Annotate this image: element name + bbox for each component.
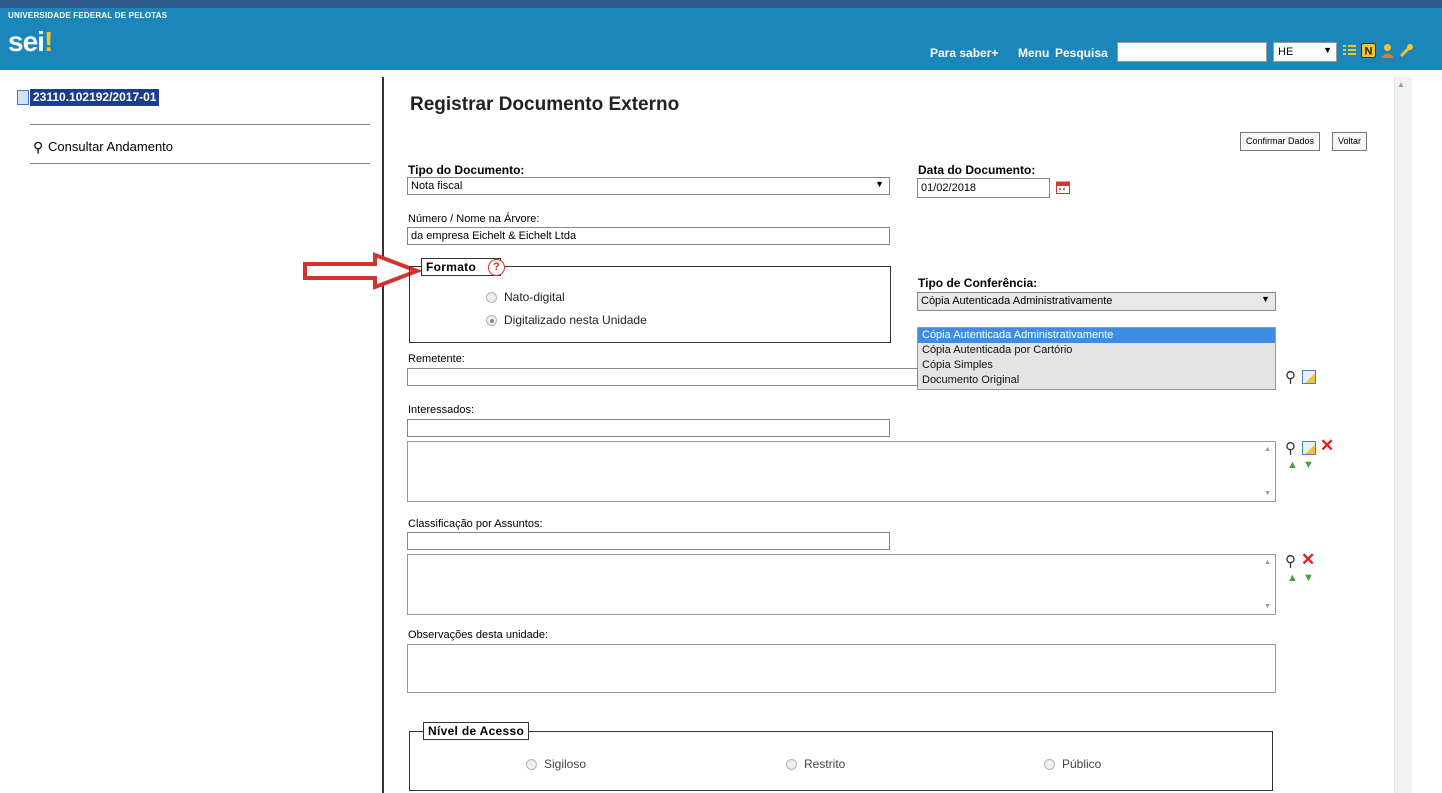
scroll-up-icon: ▲ [1264,446,1271,453]
user-icon[interactable] [1380,43,1395,58]
calendar-icon[interactable] [1056,180,1070,194]
scroll-up-icon: ▲ [1264,559,1271,566]
sei-logo[interactable]: sei! [8,26,53,58]
process-doc-icon [17,90,29,105]
tipo-conferencia-label: Tipo de Conferência: [918,276,1038,290]
nivel-acesso-legend: Nível de Acesso [423,722,530,740]
move-up-icon[interactable]: ▲ [1287,459,1298,471]
dropdown-option[interactable]: Cópia Autenticada por Cartório [918,343,1275,358]
pesquisa-link[interactable]: Pesquisa [1055,46,1108,60]
tipo-conferencia-dropdown-list: Cópia Autenticada Administrativamente Có… [917,327,1276,390]
interessados-label: Interessados: [408,404,475,416]
institution-name: UNIVERSIDADE FEDERAL DE PELOTAS [8,11,168,20]
classificacao-label: Classificação por Assuntos: [408,518,543,530]
data-documento-label: Data do Documento: [918,163,1036,177]
search-icon[interactable]: ⚲ [1285,552,1296,570]
consultar-andamento-link[interactable]: Consultar Andamento [48,139,173,154]
remetente-field[interactable] [407,368,918,386]
unit-select[interactable]: HE ▼ [1273,42,1337,62]
notes-icon[interactable]: N [1361,43,1376,58]
interessados-input[interactable] [407,419,890,437]
observacoes-label: Observações desta unidade: [408,629,549,641]
chevron-down-icon: ▼ [875,179,884,189]
tipo-documento-label: Tipo do Documento: [408,163,525,177]
remove-icon[interactable]: ✕ [1301,550,1315,570]
page-scrollbar[interactable] [1394,77,1412,793]
dropdown-option[interactable]: Documento Original [918,373,1275,388]
tipo-conferencia-value: Cópia Autenticada Administrativamente [921,295,1113,307]
numero-label: Número / Nome na Árvore: [408,213,540,225]
sidebar-divider [30,124,370,125]
top-stripe [0,0,1442,8]
para-saber-link[interactable]: Para saber+ [930,46,998,60]
tipo-documento-select[interactable]: Nota fiscal ▼ [407,177,890,195]
publico-label: Público [1062,757,1102,771]
svg-text:N: N [1365,46,1373,58]
red-arrow-annotation-icon [303,252,421,290]
confirmar-dados-button[interactable]: Confirmar Dados [1240,132,1321,151]
interessados-list[interactable]: ▲ ▼ [407,441,1276,502]
search-icon[interactable]: ⚲ [1285,368,1296,386]
tipo-conferencia-select[interactable]: Cópia Autenticada Administrativamente ▼ [917,292,1276,311]
scroll-down-icon: ▼ [1264,490,1271,497]
move-up-icon[interactable]: ▲ [1287,572,1298,584]
chevron-down-icon: ▼ [1261,294,1270,304]
tools-icon[interactable] [1399,43,1414,58]
remove-icon[interactable]: ✕ [1320,436,1334,456]
restrito-label: Restrito [804,757,846,771]
scroll-up-icon[interactable]: ▲ [1397,80,1405,89]
nato-digital-radio[interactable] [486,292,497,303]
move-down-icon[interactable]: ▼ [1303,459,1314,471]
classificacao-input[interactable] [407,532,890,550]
digitalizado-label: Digitalizado nesta Unidade [504,313,647,327]
search-icon: ⚲ [33,139,44,155]
publico-radio[interactable] [1044,759,1055,770]
sigiloso-label: Sigiloso [544,757,587,771]
move-down-icon[interactable]: ▼ [1303,572,1314,584]
dropdown-option[interactable]: Cópia Autenticada Administrativamente [918,328,1275,343]
digitalizado-radio[interactable] [486,315,497,326]
sidebar-divider [30,163,370,164]
data-documento-field[interactable]: 01/02/2018 [917,178,1050,198]
scroll-down-icon: ▼ [1264,603,1271,610]
classificacao-list[interactable]: ▲ ▼ [407,554,1276,615]
list-icon[interactable] [1342,43,1357,58]
observacoes-textarea[interactable] [407,644,1276,693]
remetente-label: Remetente: [408,353,465,365]
voltar-button[interactable]: Voltar [1332,132,1368,151]
unit-select-value: HE [1278,46,1294,58]
search-icon[interactable]: ⚲ [1285,439,1296,457]
pane-divider [382,77,384,793]
restrito-radio[interactable] [786,759,797,770]
numero-field[interactable]: da empresa Eichelt & Eichelt Ltda [407,227,890,245]
dropdown-option[interactable]: Cópia Simples [918,358,1275,373]
nato-digital-label: Nato-digital [504,290,565,304]
chevron-down-icon: ▼ [1323,45,1332,55]
edit-icon[interactable] [1302,370,1316,384]
tipo-documento-value: Nota fiscal [411,180,463,192]
process-number-link[interactable]: 23110.102192/2017-01 [30,89,160,106]
formato-fieldset [409,266,891,343]
page-title: Registrar Documento Externo [410,94,680,115]
edit-icon[interactable] [1302,441,1316,455]
menu-link[interactable]: Menu [1018,46,1049,60]
search-input[interactable] [1117,42,1267,62]
sigiloso-radio[interactable] [526,759,537,770]
help-icon[interactable]: ? [488,259,505,276]
